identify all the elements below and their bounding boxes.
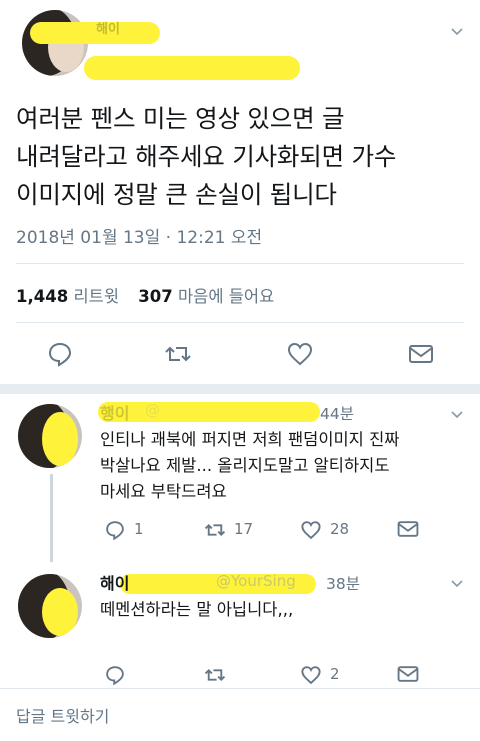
divider xyxy=(16,263,464,264)
retweet-count[interactable]: 1,448 xyxy=(16,287,68,306)
chevron-down-icon[interactable] xyxy=(450,24,464,38)
section-gap xyxy=(0,384,480,394)
tweet-text-line: 이미지에 정말 큰 손실이 됩니다 xyxy=(16,180,337,209)
heart-icon[interactable] xyxy=(286,340,314,368)
reply-action[interactable]: 1 xyxy=(104,519,164,541)
reply-count: 1 xyxy=(134,520,144,538)
reply-icon[interactable] xyxy=(104,519,126,541)
reply-author-name[interactable]: 행이 xyxy=(100,400,129,424)
tweet-actions xyxy=(0,340,480,370)
retweet-count: 17 xyxy=(234,520,254,538)
like-action[interactable]: 28 xyxy=(300,519,370,541)
retweet-action[interactable]: 17 xyxy=(204,519,274,541)
like-count[interactable]: 307 xyxy=(138,287,172,306)
reply-handle: @YourSing xyxy=(216,572,296,590)
retweet-icon[interactable] xyxy=(204,519,226,541)
reply-text-line: 인티나 괘북에 퍼지면 저희 팬덤이미지 진짜 xyxy=(100,430,400,449)
divider xyxy=(0,688,480,689)
author-name: 해이 xyxy=(96,22,120,37)
reply-time: 38분 xyxy=(326,575,360,593)
reply-avatar[interactable] xyxy=(18,574,82,638)
retweet-icon[interactable] xyxy=(164,340,192,368)
tweet-text: 여러분 펜스 미는 영상 있으면 글 내려달라고 해주세요 기사화되면 가수 이… xyxy=(16,100,468,214)
reply-text-line: 박살나요 제발... 올리지도말고 알티하지도 xyxy=(100,456,390,475)
reply-author-name[interactable]: 해이 xyxy=(100,570,129,594)
tweet-text-line: 여러분 펜스 미는 영상 있으면 글 xyxy=(16,104,345,133)
name-redaction xyxy=(30,22,160,44)
reply-text-line: 떼멘션하라는 말 아닙니다,,, xyxy=(100,600,294,619)
reply-icon[interactable] xyxy=(46,340,74,368)
like-action[interactable]: 2 xyxy=(300,664,370,686)
reply-tweet[interactable]: 행이 @ 44분 인티나 괘북에 퍼지면 저희 팬덤이미지 진짜 박살나요 제발… xyxy=(0,394,480,562)
reply-text-line: 마세요 부탁드려요 xyxy=(100,482,227,501)
chevron-down-icon[interactable] xyxy=(450,407,464,421)
reply-compose-input[interactable]: 답글 트윗하기 xyxy=(16,703,109,727)
reply-action[interactable] xyxy=(104,664,164,686)
like-label[interactable]: 마음에 들어요 xyxy=(178,287,274,306)
reply-text: 인티나 괘북에 퍼지면 저희 팬덤이미지 진짜 박살나요 제발... 올리지도말… xyxy=(100,427,399,505)
heart-icon[interactable] xyxy=(300,664,322,686)
chevron-down-icon[interactable] xyxy=(450,576,464,590)
handle-redaction xyxy=(84,56,300,80)
reply-handle: @ xyxy=(145,401,160,419)
reply-icon[interactable] xyxy=(104,664,126,686)
tweet-text-line: 내려달라고 해주세요 기사화되면 가수 xyxy=(16,142,397,171)
reply-avatar[interactable] xyxy=(18,404,82,468)
retweet-label[interactable]: 리트윗 xyxy=(73,287,119,306)
heart-icon[interactable] xyxy=(300,519,322,541)
reply-tweet[interactable]: 해이 @YourSing 38분 떼멘션하라는 말 아닙니다,,, 2 xyxy=(0,564,480,686)
thread-line xyxy=(50,474,53,562)
reply-text: 떼멘션하라는 말 아닙니다,,, xyxy=(100,597,293,623)
dm-icon[interactable] xyxy=(407,340,435,368)
tweet-stats: 1,448 리트윗 307 마음에 들어요 xyxy=(16,283,274,307)
dm-icon[interactable] xyxy=(396,517,420,541)
name-redaction xyxy=(98,402,320,422)
reply-time: 44분 xyxy=(320,405,354,423)
like-count: 28 xyxy=(330,520,350,538)
dm-icon[interactable] xyxy=(396,662,420,686)
retweet-action[interactable] xyxy=(204,664,274,686)
tweet-timestamp[interactable]: 2018년 01월 13일 · 12:21 오전 xyxy=(16,223,262,248)
retweet-icon[interactable] xyxy=(204,664,226,686)
divider xyxy=(16,322,464,323)
main-tweet: 해이 여러분 펜스 미는 영상 있으면 글 내려달라고 해주세요 기사화되면 가… xyxy=(0,0,480,380)
like-count: 2 xyxy=(330,665,340,683)
